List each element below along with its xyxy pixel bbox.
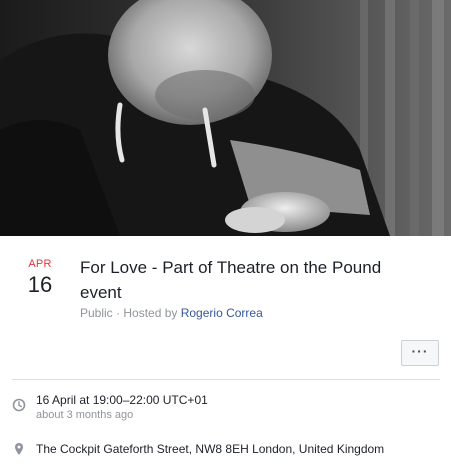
event-location[interactable]: The Cockpit Gateforth Street, NW8 8EH Lo… <box>36 441 384 457</box>
event-time[interactable]: 16 April at 19:00–22:00 UTC+01 <box>36 392 208 408</box>
event-info-card: APR 16 For Love - Part of Theatre on the… <box>0 236 451 470</box>
clock-icon <box>12 398 26 412</box>
divider <box>12 379 440 380</box>
event-date: APR 16 <box>20 258 60 298</box>
more-dots-icon: ··· <box>411 343 429 359</box>
event-month: APR <box>28 258 52 270</box>
event-title[interactable]: For Love - Part of Theatre on the Pound … <box>80 255 420 305</box>
event-subline: Public · Hosted by Rogerio Correa <box>80 305 263 321</box>
event-visibility: Public · Hosted by <box>80 306 181 320</box>
map-pin-icon <box>15 443 23 455</box>
host-link[interactable]: Rogerio Correa <box>181 306 263 320</box>
event-time-relative: about 3 months ago <box>36 409 134 421</box>
event-day: 16 <box>27 272 53 297</box>
cover-image <box>0 0 451 236</box>
event-cover-photo[interactable] <box>0 0 451 236</box>
more-options-button[interactable]: ··· <box>401 340 439 366</box>
